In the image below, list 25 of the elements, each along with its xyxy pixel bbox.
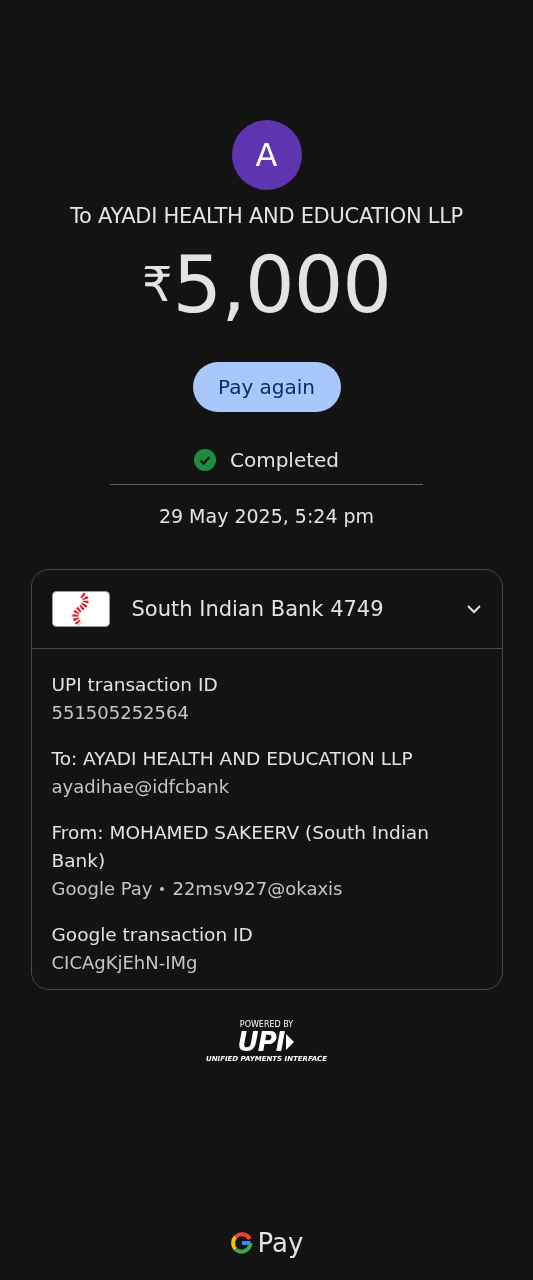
separator-dot [160,887,165,891]
pay-brand: Pay [257,1228,304,1258]
detail-value: 22msv927@okaxis [172,877,343,901]
detail-value: 551505252564 [51,701,189,725]
detail-label: UPI transaction ID [51,673,219,697]
detail-value: ayadihae@idfcbank [51,775,230,799]
transaction-date: 29 May 2025, 5:24 pm [158,505,375,527]
amount: 5,000 [172,246,391,324]
detail-value: Google Pay [51,877,153,901]
powered-by-label: POWERED BY [239,1020,294,1029]
upi-logo: UPI [237,1029,285,1055]
currency-symbol: ₹ [142,260,173,308]
detail-label: From: MOHAMED SAKEERV (South Indian Bank) [51,821,430,873]
bank-account: South Indian Bank 4749 [131,597,385,621]
payee-name: To AYADI HEALTH AND EDUCATION LLP [70,204,463,228]
avatar: A [231,120,302,190]
chevron-icon[interactable] [465,604,482,614]
google-g-icon [229,1231,254,1255]
pay-again-button[interactable]: Pay again [192,362,341,412]
detail-value: CICAgKjEhN-IMg [51,951,198,975]
detail-label: Google transaction ID [51,923,254,947]
detail-label: To: AYADI HEALTH AND EDUCATION LLP [51,747,414,771]
arrow-icon [285,1032,296,1052]
bank-logo-icon [51,591,110,627]
status-label: Completed [229,448,340,472]
